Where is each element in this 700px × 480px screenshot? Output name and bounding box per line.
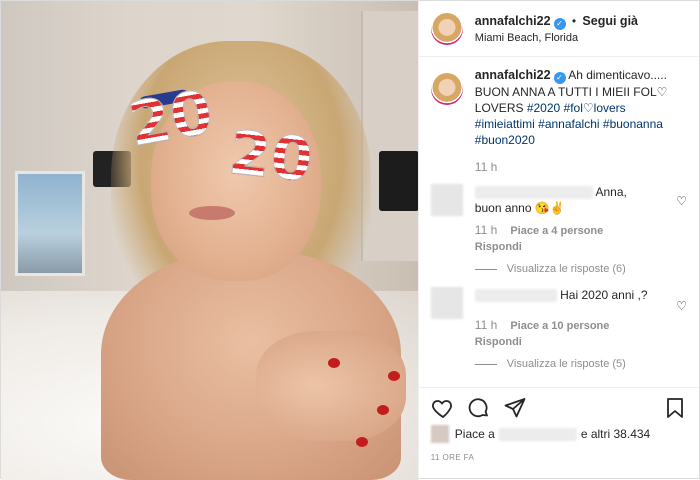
photo-window	[15, 171, 85, 276]
following-button[interactable]: Segui già	[582, 14, 638, 28]
caption-line: LOVERS	[474, 101, 527, 115]
action-bar	[418, 387, 699, 427]
view-replies-label: Visualizza le risposte (6)	[506, 263, 626, 275]
heart-icon[interactable]	[431, 396, 455, 420]
caption-line: BUON ANNA A TUTTI I MIEII FOL	[474, 85, 657, 99]
likes-summary: Piace a e altri 38.434	[430, 425, 650, 443]
comment-text-part: Hai 2020 anni ,?	[560, 288, 648, 302]
hashtag-link-part: lovers	[593, 101, 626, 115]
redacted-username[interactable]	[474, 186, 593, 200]
photo-lamp-right	[379, 151, 418, 211]
view-replies-button[interactable]: Visualizza le risposte (6)	[474, 263, 687, 275]
comments-list: annafalchi22 ✓ Ah dimenticavo..... BUON A…	[430, 67, 687, 370]
avatar[interactable]	[430, 12, 463, 45]
comment-meta: 11 h Piace a 10 persone Rispondi	[475, 317, 648, 350]
comment-text-part: Anna,	[595, 185, 627, 199]
redacted-username[interactable]	[498, 427, 577, 441]
glasses-number-right: 20	[225, 117, 316, 197]
2020-glasses: 20 20	[119, 77, 339, 199]
hashtag-link[interactable]: #buon2020	[475, 133, 535, 147]
view-replies-line	[474, 268, 497, 270]
comment-text: Anna,	[474, 184, 627, 200]
view-replies-label: Visualizza le risposte (5)	[506, 358, 626, 370]
emoji-icon: 😘✌	[534, 201, 565, 215]
likes-count-link[interactable]: e altri 38.434	[581, 427, 650, 441]
comment-timestamp[interactable]: 11 h	[475, 318, 497, 332]
reply-button[interactable]: Rispondi	[475, 336, 522, 348]
header-meta: annafalchi22 ✓ • Segui già Miami Beach, F…	[475, 14, 638, 44]
hashtag-link[interactable]: #buonanna	[603, 117, 663, 131]
hashtag-link[interactable]: #imieiattimi	[475, 117, 535, 131]
avatar[interactable]	[430, 73, 463, 105]
separator-dot: •	[571, 13, 577, 28]
bookmark-icon[interactable]	[663, 396, 687, 420]
comment-likes-link[interactable]: Piace a 10 persone	[510, 320, 609, 332]
photo-nail	[328, 358, 340, 368]
redacted-username[interactable]	[474, 289, 557, 303]
photo-arm	[256, 331, 406, 441]
comment-like-heart-icon[interactable]: ♡	[676, 194, 687, 208]
comment-body: Anna, buon anno 😘✌ 11 h Piace a 4 person…	[474, 184, 627, 255]
comment-text: buon anno 😘✌	[475, 200, 627, 216]
caption-timestamp[interactable]: 11 h	[475, 160, 687, 174]
comment-icon[interactable]	[467, 396, 491, 420]
post-date[interactable]: 11 ORE FA	[431, 453, 474, 462]
comment-likes-link[interactable]: Piace a 4 persone	[510, 225, 603, 237]
post-side-panel: annafalchi22 ✓ • Segui già Miami Beach, F…	[417, 1, 699, 480]
comment-like-heart-icon[interactable]: ♡	[676, 299, 687, 313]
heart-emoji-icon: ♡	[582, 101, 594, 115]
share-icon[interactable]	[503, 396, 527, 420]
verified-icon: ✓	[553, 17, 566, 30]
location-link[interactable]: Miami Beach, Florida	[475, 32, 638, 44]
verified-icon: ✓	[553, 72, 566, 84]
caption: annafalchi22 ✓ Ah dimenticavo..... BUON A…	[430, 67, 687, 148]
comment-item: Hai 2020 anni ,? 11 h Piace a 10 persone…	[430, 287, 687, 350]
comment-timestamp[interactable]: 11 h	[475, 223, 497, 237]
comment-text-part: buon anno	[474, 201, 535, 215]
post-photo[interactable]: 20 20	[1, 1, 418, 480]
comment-text: Hai 2020 anni ,?	[474, 287, 648, 303]
photo-nail	[377, 405, 389, 415]
view-replies-button[interactable]: Visualizza le risposte (5)	[474, 358, 687, 370]
hashtag-link[interactable]: #fol♡lovers	[564, 101, 626, 115]
caption-text: annafalchi22 ✓ Ah dimenticavo..... BUON A…	[475, 67, 668, 148]
commenter-avatar[interactable]	[430, 184, 463, 216]
post-header: annafalchi22 ✓ • Segui già Miami Beach, F…	[418, 1, 699, 57]
hashtag-link-part: #fol	[563, 101, 583, 115]
username-link[interactable]: annafalchi22	[475, 68, 551, 82]
view-replies-line	[474, 363, 497, 365]
comment-meta: 11 h Piace a 4 persone Rispondi	[475, 222, 627, 255]
username-link[interactable]: annafalchi22	[475, 14, 551, 28]
hashtag-link[interactable]: #2020	[527, 101, 560, 115]
liker-avatar[interactable]	[430, 425, 449, 443]
heart-emoji-icon: ♡	[656, 85, 668, 99]
reply-button[interactable]: Rispondi	[475, 241, 522, 253]
comment-body: Hai 2020 anni ,? 11 h Piace a 10 persone…	[474, 287, 648, 350]
comment-item: Anna, buon anno 😘✌ 11 h Piace a 4 person…	[430, 184, 687, 255]
instagram-post: 20 20 annafalchi22 ✓ • Segui già Miami Be…	[0, 0, 700, 480]
commenter-avatar[interactable]	[430, 287, 463, 319]
photo-lips	[189, 206, 235, 220]
likes-prefix: Piace a	[454, 427, 495, 441]
caption-line: Ah dimenticavo.....	[568, 68, 667, 82]
glasses-number-left: 20	[123, 77, 218, 161]
photo-nail	[388, 371, 400, 381]
photo-nail	[356, 437, 368, 447]
hashtag-link[interactable]: #annafalchi	[538, 117, 599, 131]
